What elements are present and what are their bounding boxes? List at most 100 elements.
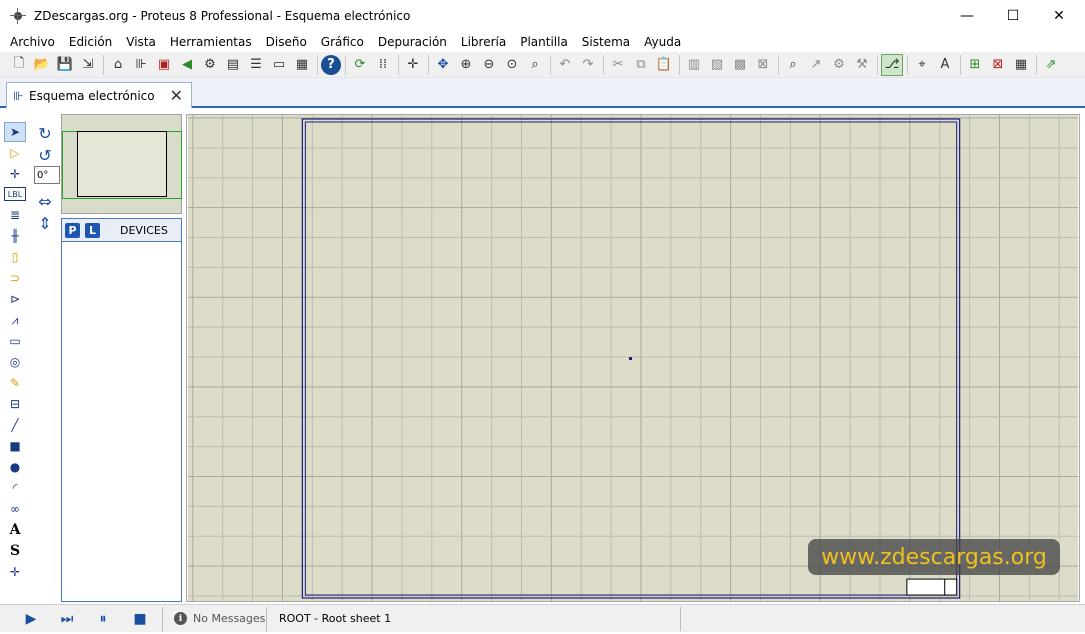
wire-label-icon[interactable]: LBL [4,187,26,201]
refresh-icon[interactable]: ⟳ [349,54,371,76]
arc-icon[interactable]: ◜ [4,478,26,498]
block-copy-icon[interactable]: ▥ [683,54,705,76]
3d-viewer-icon[interactable]: ⚙ [199,54,221,76]
main-toolbar: 🗋 📂 💾 ⇲ ⌂ ⊪ ▣ ◀ ⚙ ▤ ☰ ▭ ▦? ⟳ ⁞⁞ ✛ ✥ ⊕ ⊖ ⊙ ⌕ ↶ ↷ ✂ ⧉ 📋 ▥ ▧ ▩ ⊠ ⌕ ↗ ⚙ ⚒ ⎇ ⌖ A ⊞… [0,52,1085,78]
watermark: www.zdescargas.org [808,539,1060,575]
import-icon[interactable]: ⇲ [77,54,99,76]
make-device-icon[interactable]: ↗ [805,54,827,76]
exit-to-parent-icon[interactable]: ▦ [1010,54,1032,76]
property-assignment-icon[interactable]: A [934,54,956,76]
text-icon[interactable]: A [4,520,26,540]
menu-item-vista[interactable]: Vista [119,32,163,52]
menu-item-grafico[interactable]: Gráfico [314,32,371,52]
toolbar-separator [345,54,346,75]
pick-device-icon[interactable]: ⌕ [782,54,804,76]
undo-icon[interactable]: ↶ [554,54,576,76]
block-delete-icon[interactable]: ⊠ [752,54,774,76]
schematic-icon[interactable]: ⊪ [130,54,152,76]
decompose-icon[interactable]: ⚒ [851,54,873,76]
cut-icon[interactable]: ✂ [607,54,629,76]
graph-mode-icon[interactable]: ⩘ [4,310,26,330]
new-icon[interactable]: 🗋 [8,54,30,76]
terminals-icon[interactable]: ⊃ [4,268,26,288]
zoom-in-icon[interactable]: ⊕ [455,54,477,76]
minimize-button[interactable]: — [944,0,990,32]
simulation-play-button[interactable]: ▶ [22,611,40,627]
new-sheet-icon[interactable]: ⊞ [964,54,986,76]
menu-item-edicion[interactable]: Edición [62,32,119,52]
search-tag-icon[interactable]: ⌖ [911,54,933,76]
schematic-tab-icon: ⊪ [13,89,24,103]
origin-icon[interactable]: ✛ [402,54,424,76]
pan-icon[interactable]: ✥ [432,54,454,76]
schematic-canvas[interactable] [186,114,1080,602]
symbol-icon[interactable]: S [4,541,26,561]
menu-item-depuracion[interactable]: Depuración [371,32,454,52]
tab-close-icon[interactable]: ✕ [170,86,183,105]
source-code-icon[interactable]: ▭ [268,54,290,76]
menu-item-herramientas[interactable]: Herramientas [163,32,259,52]
gerber-icon[interactable]: ◀ [176,54,198,76]
selection-mode-icon[interactable]: ➤ [4,122,26,142]
component-mode-icon[interactable]: ▷ [4,143,26,163]
block-move-icon[interactable]: ▧ [706,54,728,76]
menu-item-diseno[interactable]: Diseño [259,32,314,52]
packaging-tool-icon[interactable]: ⚙ [828,54,850,76]
close-button[interactable]: ✕ [1036,0,1082,32]
line-icon[interactable]: ╱ [4,415,26,435]
redo-icon[interactable]: ↷ [577,54,599,76]
proteus-app-icon [10,8,26,24]
box-icon[interactable]: ■ [4,436,26,456]
grid-icon[interactable]: ⁞⁞ [372,54,394,76]
text-script-icon[interactable]: ≣ [4,205,26,225]
menu-item-libreria[interactable]: Librería [454,32,513,52]
mirror-horizontal-icon[interactable]: ⇔ [33,190,57,212]
subcircuit-icon[interactable]: ▯ [4,247,26,267]
toolbar-separator [679,54,680,75]
menu-item-ayuda[interactable]: Ayuda [637,32,688,52]
simulation-pause-button[interactable]: ⏸ [94,611,112,627]
message-status[interactable]: No Messages [193,612,265,625]
zoom-area-icon[interactable]: ⌕ [524,54,546,76]
closed-path-icon[interactable]: ∞ [4,499,26,519]
rotation-angle-input[interactable] [34,166,60,184]
simulation-step-button[interactable]: ⏭ [58,611,76,627]
document-icon[interactable]: ▦ [291,54,313,76]
save-icon[interactable]: 💾 [54,54,76,76]
device-pins-icon[interactable]: ⊳ [4,289,26,309]
zoom-all-icon[interactable]: ⊙ [501,54,523,76]
notes-icon[interactable]: ☰ [245,54,267,76]
menu-item-plantilla[interactable]: Plantilla [513,32,575,52]
generator-icon[interactable]: ◎ [4,352,26,372]
buses-icon[interactable]: ╫ [4,226,26,246]
open-folder-icon[interactable]: 📂 [31,54,53,76]
pick-devices-button[interactable]: P [65,223,80,238]
tab-schematic[interactable]: ⊪ Esquema electrónico ✕ [6,82,192,108]
simulation-stop-button[interactable]: ■ [131,611,149,627]
home-icon[interactable]: ⌂ [107,54,129,76]
circle-icon[interactable]: ● [4,457,26,477]
wire-autorouter-icon[interactable]: ⎇ [881,53,903,76]
paste-icon[interactable]: 📋 [653,54,675,76]
copy-icon[interactable]: ⧉ [630,54,652,76]
tape-recorder-icon[interactable]: ▭ [4,331,26,351]
library-manager-button[interactable]: L [85,223,100,238]
overview-window[interactable] [61,114,182,214]
virtual-instruments-icon[interactable]: ⊟ [4,394,26,414]
help-icon[interactable]: ? [321,54,341,75]
rotate-clockwise-icon[interactable]: ↻ [33,122,57,144]
menu-item-archivo[interactable]: Archivo [3,32,62,52]
junction-dot-icon[interactable]: ✛ [4,164,26,184]
pcb-icon[interactable]: ▣ [153,54,175,76]
bom-icon[interactable]: ▤ [222,54,244,76]
menu-item-sistema[interactable]: Sistema [575,32,637,52]
maximize-button[interactable]: ☐ [990,0,1036,32]
marker-icon[interactable]: ✛ [4,562,26,582]
remove-sheet-icon[interactable]: ⊠ [987,54,1009,76]
netlist-to-pcb-icon[interactable]: ⇗ [1040,54,1062,76]
voltage-probe-icon[interactable]: ✎ [4,373,26,393]
rotate-counterclockwise-icon[interactable]: ↺ [33,144,57,166]
block-rotate-icon[interactable]: ▩ [729,54,751,76]
mirror-vertical-icon[interactable]: ⇕ [33,212,57,234]
zoom-out-icon[interactable]: ⊖ [478,54,500,76]
